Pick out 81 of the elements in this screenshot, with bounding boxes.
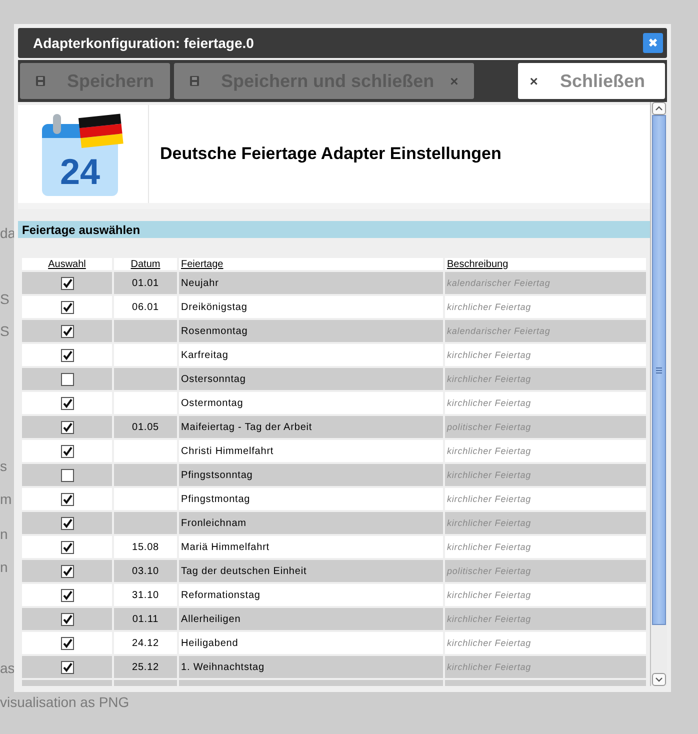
checkbox[interactable] (60, 276, 74, 290)
holiday-name: Mariä Himmelfahrt (181, 542, 270, 552)
holiday-description: politischer Feiertag (447, 422, 532, 432)
holiday-date: 24.12 (132, 638, 160, 648)
holiday-name: Ostermontag (181, 398, 244, 408)
holiday-name: Christi Himmelfahrt (181, 446, 274, 456)
checkbox[interactable] (60, 396, 74, 410)
holiday-description: kirchlicher Feiertag (447, 350, 532, 360)
holiday-name: Karfreitag (181, 350, 228, 360)
holiday-description: kirchlicher Feiertag (447, 374, 532, 384)
holiday-name: 1. Weihnachtstag (181, 662, 264, 672)
holiday-date: 01.11 (132, 614, 159, 624)
checkbox[interactable] (60, 516, 74, 530)
holiday-name: Dreikönigstag (181, 302, 248, 312)
checkbox[interactable] (60, 636, 74, 650)
background-text: s (0, 458, 7, 474)
holiday-description: kirchlicher Feiertag (447, 518, 532, 528)
checkbox[interactable] (60, 468, 74, 482)
holiday-description: kirchlicher Feiertag (447, 638, 532, 648)
holiday-date: 01.05 (132, 422, 160, 432)
scroll-down-icon[interactable] (652, 673, 666, 686)
column-header[interactable]: Auswahl (22, 258, 112, 270)
holiday-description: kirchlicher Feiertag (447, 614, 532, 624)
save-icon (36, 76, 45, 86)
holiday-description: kirchlicher Feiertag (447, 302, 532, 312)
holiday-name: Maifeiertag - Tag der Arbeit (181, 422, 312, 432)
holiday-date: 03.10 (132, 566, 160, 576)
holiday-date: 25.12 (132, 662, 160, 672)
holiday-name: Rosenmontag (181, 326, 248, 336)
checkbox[interactable] (60, 564, 74, 578)
dialog-title: Adapterkonfiguration: feiertage.0 (33, 35, 254, 51)
checkbox[interactable] (60, 420, 74, 434)
holiday-name: Pfingstmontag (181, 494, 250, 504)
column-header[interactable]: Feiertage (179, 258, 443, 270)
scroll-up-icon[interactable] (652, 102, 666, 115)
holiday-description: kirchlicher Feiertag (447, 494, 532, 504)
column-header[interactable]: Beschreibung (445, 258, 646, 270)
adapter-heading: Deutsche Feiertage Adapter Einstellungen (160, 144, 502, 164)
background-text: S (0, 323, 10, 339)
holiday-description: kirchlicher Feiertag (447, 470, 532, 480)
checkbox[interactable] (60, 492, 74, 506)
holiday-date: 06.01 (132, 302, 160, 312)
holiday-description: politischer Feiertag (447, 566, 532, 576)
holiday-description: kalendarischer Feiertag (447, 278, 550, 288)
holiday-date: 15.08 (132, 542, 160, 552)
background-text: n (0, 559, 8, 575)
holiday-description: kirchlicher Feiertag (447, 398, 532, 408)
background-text: m (0, 491, 12, 507)
holiday-description: kalendarischer Feiertag (447, 326, 550, 336)
holiday-name: Allerheiligen (181, 614, 241, 624)
scrollbar-thumb[interactable] (652, 115, 666, 625)
checkbox[interactable] (60, 588, 74, 602)
checkbox[interactable] (60, 444, 74, 458)
checkbox[interactable] (60, 300, 74, 314)
checkbox[interactable] (60, 660, 74, 674)
checkbox[interactable] (60, 348, 74, 362)
holiday-name: Reformationstag (181, 590, 260, 600)
holiday-description: kirchlicher Feiertag (447, 590, 532, 600)
holiday-name: Tag der deutschen Einheit (181, 566, 307, 576)
holiday-name: Pfingstsonntag (181, 470, 253, 480)
close-button[interactable]: × Schließen (518, 63, 665, 99)
holiday-description: kirchlicher Feiertag (447, 446, 532, 456)
checkbox[interactable] (60, 540, 74, 554)
holiday-name: Ostersonntag (181, 374, 246, 384)
checkbox[interactable] (60, 612, 74, 626)
column-header[interactable]: Datum (114, 258, 177, 270)
holiday-description: kirchlicher Feiertag (447, 662, 532, 672)
checkbox[interactable] (60, 324, 74, 338)
holiday-date: 01.01 (132, 278, 160, 288)
section-title: Feiertage auswählen (22, 222, 140, 236)
holiday-description: kirchlicher Feiertag (447, 542, 532, 552)
holiday-name: Fronleichnam (181, 518, 246, 528)
holiday-name: Heiligabend (181, 638, 238, 648)
checkbox[interactable] (60, 372, 74, 386)
background-text: S (0, 291, 10, 307)
save-icon (190, 76, 200, 86)
background-text: visualisation as PNG (0, 694, 130, 710)
background-text: as (0, 660, 15, 676)
background-text: n (0, 526, 8, 542)
holiday-date: 31.10 (132, 590, 160, 600)
holiday-name: Neujahr (181, 278, 219, 288)
